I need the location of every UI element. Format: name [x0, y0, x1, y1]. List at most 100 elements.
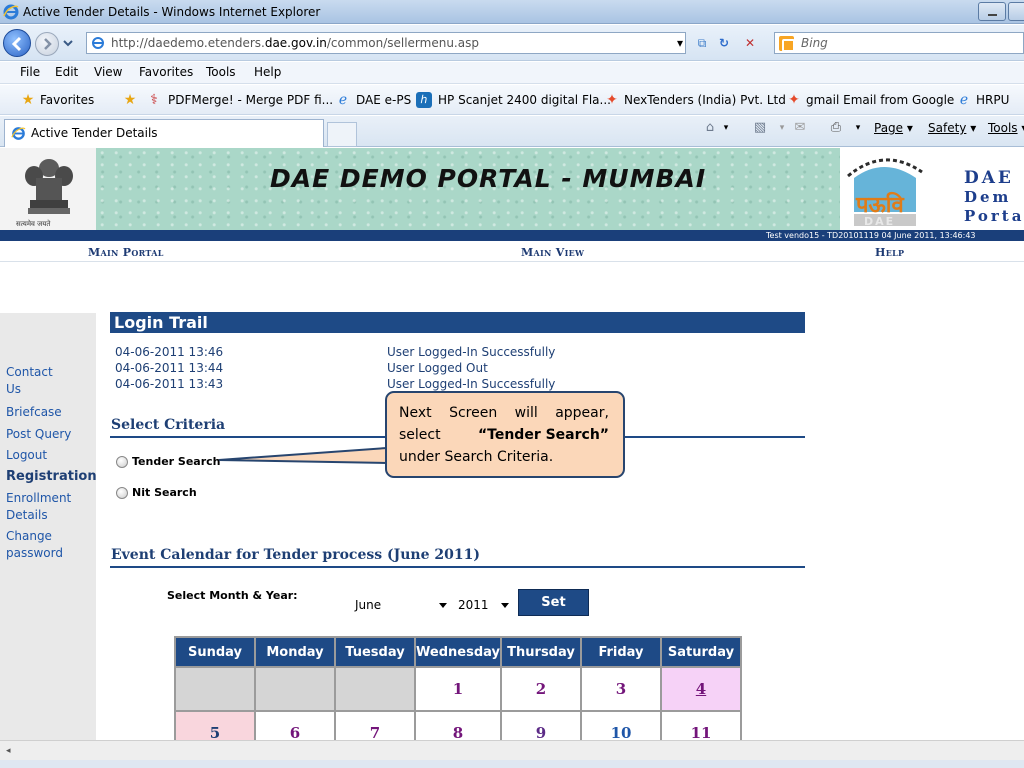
mail-icon[interactable]: ✉: [792, 120, 808, 136]
menu-edit[interactable]: Edit: [55, 65, 78, 79]
set-button[interactable]: Set: [518, 589, 589, 616]
emblem-panel: सत्यमेव जयते: [0, 148, 96, 230]
page-menu[interactable]: Page ▾: [874, 121, 913, 135]
portal-banner: सत्यमेव जयते DAE DEMO PORTAL - MUMBAI पऊ…: [0, 148, 1024, 230]
address-toolbar: http://daedemo.etenders.dae.gov.in/commo…: [0, 25, 1024, 61]
recent-pages-dropdown-icon[interactable]: [63, 38, 73, 48]
nit-search-label[interactable]: Nit Search: [132, 486, 197, 499]
event-calendar-heading: Event Calendar for Tender process (June …: [111, 547, 480, 563]
scroll-left-icon[interactable]: ◂: [6, 746, 11, 756]
refresh-icon[interactable]: ↻: [716, 35, 732, 51]
window-titlebar: Active Tender Details - Windows Internet…: [0, 0, 1024, 24]
callout-line-1: Next Screen will appear,: [399, 405, 609, 421]
stop-icon[interactable]: ✕: [742, 35, 758, 51]
day-header: Monday: [256, 638, 334, 666]
calendar-header-row: Sunday Monday Tuesday Wednesday Thursday…: [176, 638, 740, 666]
fav-nextenders[interactable]: NexTenders (India) Pvt. Ltd: [624, 93, 786, 107]
menu-tools[interactable]: Tools: [206, 65, 236, 79]
google-icon: ✦: [606, 92, 618, 108]
page-icon: [92, 37, 104, 49]
tender-search-radio[interactable]: [116, 456, 128, 468]
tools-menu[interactable]: Tools ▾: [988, 121, 1024, 135]
trail-date: 04-06-2011 13:46: [115, 345, 224, 359]
status-bar: [0, 760, 1024, 768]
maximize-button[interactable]: [1008, 2, 1024, 21]
url-dropdown-icon[interactable]: ▾: [672, 35, 688, 51]
menu-file[interactable]: File: [20, 65, 40, 79]
menu-bar: File Edit View Favorites Tools Help: [0, 62, 1024, 84]
chevron-down-icon[interactable]: ▾: [850, 123, 866, 139]
login-trail-title: Login Trail: [114, 313, 208, 332]
sidebar-item-post-query[interactable]: Post Query: [6, 426, 71, 443]
svg-text:पऊवि: पऊवि: [855, 191, 904, 218]
add-favorite-icon[interactable]: ★: [122, 92, 138, 108]
chevron-down-icon[interactable]: ▾: [718, 123, 734, 139]
chevron-down-icon[interactable]: ▾: [774, 123, 790, 139]
search-placeholder: Bing: [801, 36, 828, 50]
fav-gmail[interactable]: gmail Email from Google: [806, 93, 954, 107]
dae-logo-line-3: Porta: [964, 207, 1024, 225]
portal-title: DAE DEMO PORTAL - MUMBAI: [270, 164, 707, 193]
horizontal-scrollbar[interactable]: ◂: [0, 740, 1024, 760]
callout-line-2: select “Tender Search”: [399, 427, 609, 443]
internet-explorer-icon: [11, 127, 26, 140]
sidebar-item-contact-us[interactable]: Contact Us: [6, 364, 66, 398]
day-header: Saturday: [662, 638, 740, 666]
fav-hp-scanjet[interactable]: HP Scanjet 2400 digital Fla...: [438, 93, 611, 107]
calendar-empty-cell: [336, 668, 414, 710]
window-title: Active Tender Details - Windows Internet…: [23, 5, 321, 19]
calendar-day-cell: 3: [582, 668, 660, 710]
dae-logo: पऊवि DAE DAE Dem Porta: [840, 148, 1024, 230]
trail-date: 04-06-2011 13:44: [115, 361, 224, 375]
year-value: 2011: [458, 598, 489, 612]
favorites-button[interactable]: Favorites: [40, 93, 94, 107]
tender-search-label[interactable]: Tender Search: [132, 455, 221, 468]
minimize-button[interactable]: [978, 2, 1006, 21]
favorites-bar: ★ Favorites ★ ⚕ PDFMerge! - Merge PDF fi…: [0, 85, 1024, 115]
event-calendar-rule: [110, 566, 805, 568]
calendar-day-cell: 1: [416, 668, 500, 710]
back-button[interactable]: [3, 29, 31, 57]
search-input[interactable]: Bing: [774, 32, 1024, 54]
month-value: June: [355, 598, 382, 612]
sidebar-item-logout[interactable]: Logout: [6, 447, 47, 464]
calendar-empty-cell: [256, 668, 334, 710]
day-header: Friday: [582, 638, 660, 666]
main-portal-link[interactable]: Main Portal: [88, 246, 164, 259]
fav-hrpu[interactable]: HRPU: [976, 93, 1009, 107]
instruction-callout: Next Screen will appear, select “Tender Sear…: [385, 391, 625, 478]
chevron-down-icon: [439, 603, 447, 608]
internet-explorer-icon: [3, 4, 19, 20]
main-view-link[interactable]: Main View: [521, 246, 584, 259]
sidebar-item-change-password[interactable]: Change password: [6, 528, 72, 562]
calendar-today-cell[interactable]: 4: [662, 668, 740, 710]
tab-active-tender-details[interactable]: Active Tender Details: [4, 119, 324, 147]
year-select[interactable]: 2011: [453, 593, 513, 615]
google-icon: ✦: [788, 92, 800, 108]
help-link[interactable]: Help: [875, 246, 904, 259]
callout-line-3: under Search Criteria.: [399, 449, 554, 465]
fav-pdfmerge[interactable]: PDFMerge! - Merge PDF fi...: [168, 93, 333, 107]
dae-logo-line-1: DAE: [964, 168, 1014, 188]
forward-button[interactable]: [35, 32, 59, 56]
nit-search-radio[interactable]: [116, 487, 128, 499]
sidebar-item-briefcase[interactable]: Briefcase: [6, 404, 62, 421]
calendar-day-cell: 2: [502, 668, 580, 710]
bing-icon: [779, 36, 795, 52]
new-tab-button[interactable]: [327, 122, 357, 147]
menu-favorites[interactable]: Favorites: [139, 65, 193, 79]
home-icon[interactable]: ⌂: [702, 120, 718, 136]
trail-date: 04-06-2011 13:43: [115, 377, 224, 391]
address-field[interactable]: http://daedemo.etenders.dae.gov.in/commo…: [86, 32, 686, 54]
feeds-icon[interactable]: ▧: [752, 120, 768, 136]
menu-view[interactable]: View: [94, 65, 122, 79]
print-icon[interactable]: ⎙: [828, 120, 844, 136]
sidebar-item-enrollment-details[interactable]: Enrollment Details: [6, 490, 82, 524]
menu-help[interactable]: Help: [254, 65, 281, 79]
fav-dae-eps[interactable]: DAE e-PS: [356, 93, 411, 107]
emblem-caption: सत्यमेव जयते: [16, 220, 51, 228]
safety-menu[interactable]: Safety ▾: [928, 121, 976, 135]
month-select[interactable]: June: [350, 593, 450, 615]
compatibility-view-icon[interactable]: ⧉: [694, 35, 710, 51]
day-header: Tuesday: [336, 638, 414, 666]
